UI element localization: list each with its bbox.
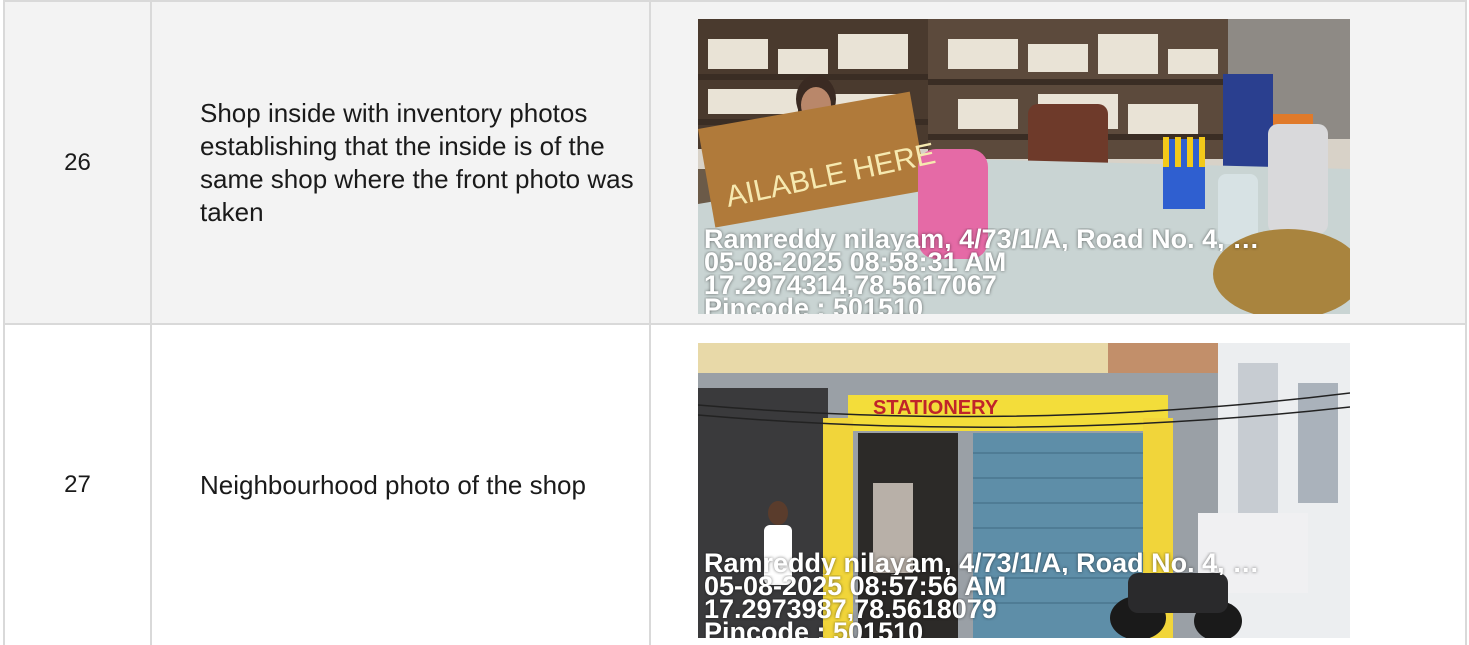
photo-cell: AILABLE HERE Ramreddy nilayam, 4/73/1/A,… — [649, 0, 1467, 325]
table-row: 27 Neighbourhood photo of the shop STATI… — [3, 323, 1467, 645]
geotag-overlay: Ramreddy nilayam, 4/73/1/A, Road No. 4, … — [704, 552, 1346, 638]
row-description: Shop inside with inventory photos establ… — [150, 0, 651, 325]
photo-cell: STATIONERY Ramreddy nilayam, 4/73/1/A, R… — [649, 323, 1467, 645]
shop-interior-photo[interactable]: AILABLE HERE Ramreddy nilayam, 4/73/1/A,… — [698, 19, 1350, 314]
document-page: 26 Shop inside with inventory photos est… — [0, 0, 1469, 645]
geotag-datetime: 05-08-2025 08:58:31 AM — [704, 251, 1007, 274]
geotag-pincode: Pincode : 501510 — [704, 621, 924, 638]
row-number: 26 — [3, 0, 152, 325]
evidence-table: 26 Shop inside with inventory photos est… — [3, 0, 1467, 645]
geotag-coordinates: 17.2973987,78.5618079 — [704, 598, 997, 621]
shop-exterior-photo[interactable]: STATIONERY Ramreddy nilayam, 4/73/1/A, R… — [698, 343, 1350, 638]
geotag-overlay: Ramreddy nilayam, 4/73/1/A, Road No. 4, … — [704, 228, 1346, 314]
geotag-pincode: Pincode : 501510 — [704, 297, 924, 314]
row-number: 27 — [3, 323, 152, 645]
geotag-coordinates: 17.2974314,78.5617067 — [704, 274, 997, 297]
row-description: Neighbourhood photo of the shop — [150, 323, 651, 645]
geotag-address: Ramreddy nilayam, 4/73/1/A, Road No. 4, … — [704, 552, 1260, 575]
shop-sign-text: STATIONERY — [873, 397, 999, 419]
table-row: 26 Shop inside with inventory photos est… — [3, 0, 1467, 325]
geotag-address: Ramreddy nilayam, 4/73/1/A, Road No. 4, … — [704, 228, 1260, 251]
geotag-datetime: 05-08-2025 08:57:56 AM — [704, 575, 1007, 598]
